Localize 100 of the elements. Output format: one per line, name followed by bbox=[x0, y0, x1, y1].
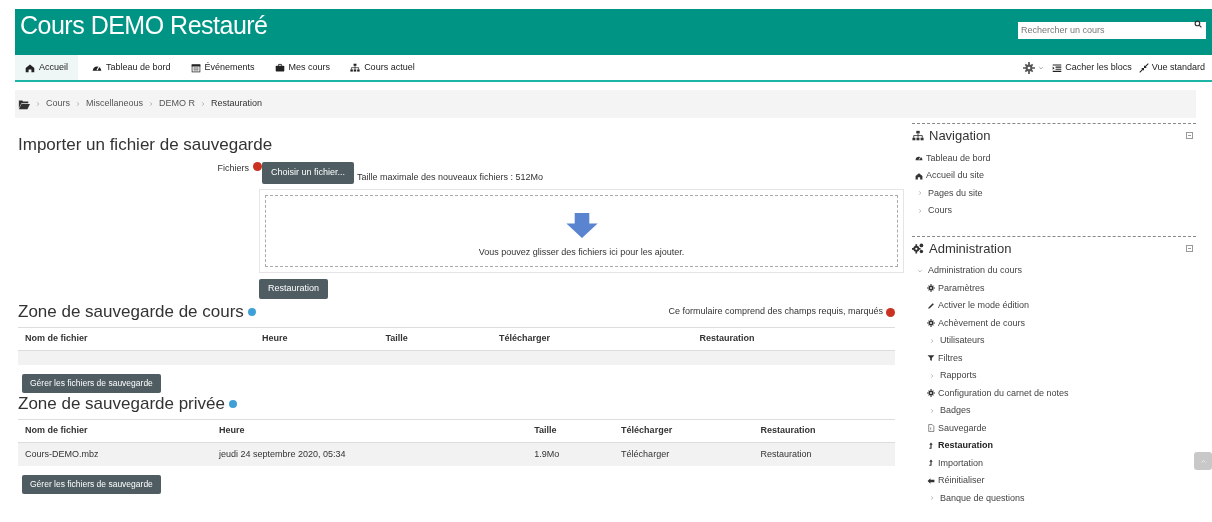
down-arrow-icon bbox=[565, 212, 598, 238]
column-header: Taille bbox=[527, 419, 615, 443]
column-header: Nom de fichier bbox=[18, 327, 255, 351]
gears-icon bbox=[912, 242, 924, 255]
file-drop-area[interactable]: Vous pouvez glisser des fichiers ici pour les ajouter. bbox=[259, 189, 904, 273]
column-header: Heure bbox=[254, 327, 379, 351]
chevron-icon bbox=[200, 101, 207, 107]
sidebar-link[interactable]: Cours bbox=[928, 204, 952, 218]
column-header: Restauration bbox=[692, 327, 895, 351]
home-icon bbox=[915, 171, 923, 180]
sidebar-link[interactable]: Filtres bbox=[938, 351, 963, 365]
sidebar-link[interactable]: Pages du site bbox=[928, 186, 983, 200]
sidebar-link[interactable]: Achèvement de cours bbox=[938, 316, 1026, 330]
search-icon bbox=[1194, 20, 1202, 28]
drop-hint: Vous pouvez glisser des fichiers ici pour les ajouter. bbox=[478, 245, 685, 259]
sidebar-link[interactable]: Accueil du site bbox=[926, 169, 985, 183]
chevron-up-icon bbox=[1199, 457, 1207, 465]
chevron-icon bbox=[929, 337, 935, 344]
sidebar-link[interactable]: Activer le mode édition bbox=[938, 299, 1030, 313]
table-cell: Restauration bbox=[753, 442, 895, 466]
column-header: Heure bbox=[212, 419, 528, 443]
sidebar-link[interactable]: Configuration du carnet de notes bbox=[938, 386, 1069, 400]
gear-icon bbox=[927, 319, 935, 328]
column-header: Restauration bbox=[753, 419, 895, 443]
table-cell: Télécharger bbox=[614, 442, 754, 466]
briefcase-icon bbox=[274, 62, 285, 73]
chevron-icon bbox=[75, 101, 81, 107]
column-header: Taille bbox=[378, 327, 492, 351]
column-header: Télécharger bbox=[614, 419, 754, 443]
chevron-icon bbox=[929, 495, 935, 502]
help-icon[interactable] bbox=[229, 400, 237, 409]
nav-tab[interactable]: Cours actuel bbox=[344, 55, 421, 80]
collapse-icon[interactable] bbox=[1186, 244, 1193, 252]
caret-icon bbox=[1038, 64, 1045, 71]
sidebar-link[interactable]: Utilisateurs bbox=[940, 334, 985, 348]
column-header: Nom de fichier bbox=[18, 419, 212, 443]
table-cell: Cours-DEMO.mbz bbox=[18, 442, 212, 466]
sidebar-link[interactable]: Tableau de bord bbox=[926, 151, 991, 165]
filter-icon bbox=[927, 354, 935, 363]
breadcrumb-link[interactable]: Restauration bbox=[211, 97, 263, 111]
chevron-icon bbox=[917, 190, 923, 197]
max-size-text: Taille maximale des nouveaux fichiers : 512Mo bbox=[357, 170, 544, 184]
restore-button[interactable]: Restauration bbox=[259, 279, 329, 299]
field-label: Fichiers bbox=[217, 162, 249, 175]
table-cell: jeudi 24 septembre 2020, 05:34 bbox=[212, 442, 528, 466]
chevron-icon bbox=[148, 101, 155, 107]
hide-blocks-icon bbox=[1052, 62, 1063, 73]
column-header: Télécharger bbox=[491, 327, 693, 351]
breadcrumb-link[interactable]: Cours bbox=[46, 97, 70, 111]
left-arrow-icon bbox=[927, 476, 935, 485]
document-icon bbox=[927, 424, 935, 433]
table-cell: 1.9Mo bbox=[527, 442, 615, 466]
section-heading: Zone de sauvegarde privée bbox=[18, 393, 225, 416]
settings-icon bbox=[1023, 61, 1036, 74]
sidebar-link[interactable]: Restauration bbox=[938, 439, 993, 453]
gear-icon bbox=[927, 284, 935, 293]
toolbar-link[interactable]: Cacher les blocs bbox=[1052, 55, 1132, 80]
block-title: Navigation bbox=[929, 127, 991, 145]
compress-icon bbox=[1138, 62, 1149, 73]
sitemap-icon bbox=[350, 62, 361, 73]
toolbar-link[interactable]: Vue standard bbox=[1138, 55, 1205, 80]
sidebar-link[interactable]: Badges bbox=[940, 404, 971, 418]
sidebar-link[interactable]: Administration du cours bbox=[928, 264, 1023, 278]
search-field[interactable]: Rechercher un cours bbox=[1018, 21, 1206, 39]
folder-icon bbox=[18, 98, 30, 110]
required-icon bbox=[253, 162, 262, 171]
nav-tab[interactable]: Tableau de bord bbox=[86, 55, 177, 80]
sidebar-link[interactable]: Paramètres bbox=[938, 281, 985, 295]
collapse-icon[interactable] bbox=[1186, 132, 1193, 140]
sitemap-icon bbox=[912, 129, 924, 142]
choose-file-button[interactable]: Choisir un fichier... bbox=[262, 162, 355, 184]
manage-backups-button[interactable]: Gérer les fichiers de sauvegarde bbox=[22, 474, 161, 494]
breadcrumb-link[interactable]: Miscellaneous bbox=[86, 97, 144, 111]
chevron-icon bbox=[35, 101, 41, 107]
nav-tab[interactable]: Mes cours bbox=[268, 55, 337, 80]
pencil-icon bbox=[927, 301, 935, 310]
gauge-icon bbox=[915, 154, 923, 163]
block-title: Administration bbox=[929, 239, 1012, 258]
course-title: Cours DEMO Restauré bbox=[20, 10, 268, 41]
chevron-icon bbox=[917, 267, 923, 274]
manage-backups-button[interactable]: Gérer les fichiers de sauvegarde bbox=[22, 374, 161, 393]
sidebar-link[interactable]: Sauvegarde bbox=[938, 421, 987, 435]
required-icon bbox=[886, 307, 895, 317]
gear-icon bbox=[927, 389, 935, 398]
nav-tab[interactable]: Accueil bbox=[15, 55, 78, 80]
nav-tab[interactable]: Événements bbox=[184, 55, 261, 80]
chevron-icon bbox=[917, 207, 923, 214]
chevron-icon bbox=[929, 372, 935, 379]
required-fields-note: Ce formulaire comprend des champs requis, marqués bbox=[668, 305, 883, 319]
breadcrumb-link[interactable]: DEMO R bbox=[159, 97, 196, 111]
section-heading: Importer un fichier de sauvegarde bbox=[18, 134, 274, 156]
help-icon[interactable] bbox=[247, 308, 256, 316]
home-icon bbox=[25, 62, 35, 73]
chevron-icon bbox=[929, 407, 935, 414]
sidebar-link[interactable]: Rapports bbox=[940, 369, 977, 383]
sidebar-link[interactable]: Importation bbox=[938, 456, 984, 470]
calendar-icon bbox=[190, 62, 201, 73]
sidebar-link[interactable]: Banque de questions bbox=[940, 491, 1025, 505]
sidebar-link[interactable]: Réinitialiser bbox=[938, 474, 985, 488]
section-heading: Zone de sauvegarde de cours bbox=[18, 301, 244, 323]
